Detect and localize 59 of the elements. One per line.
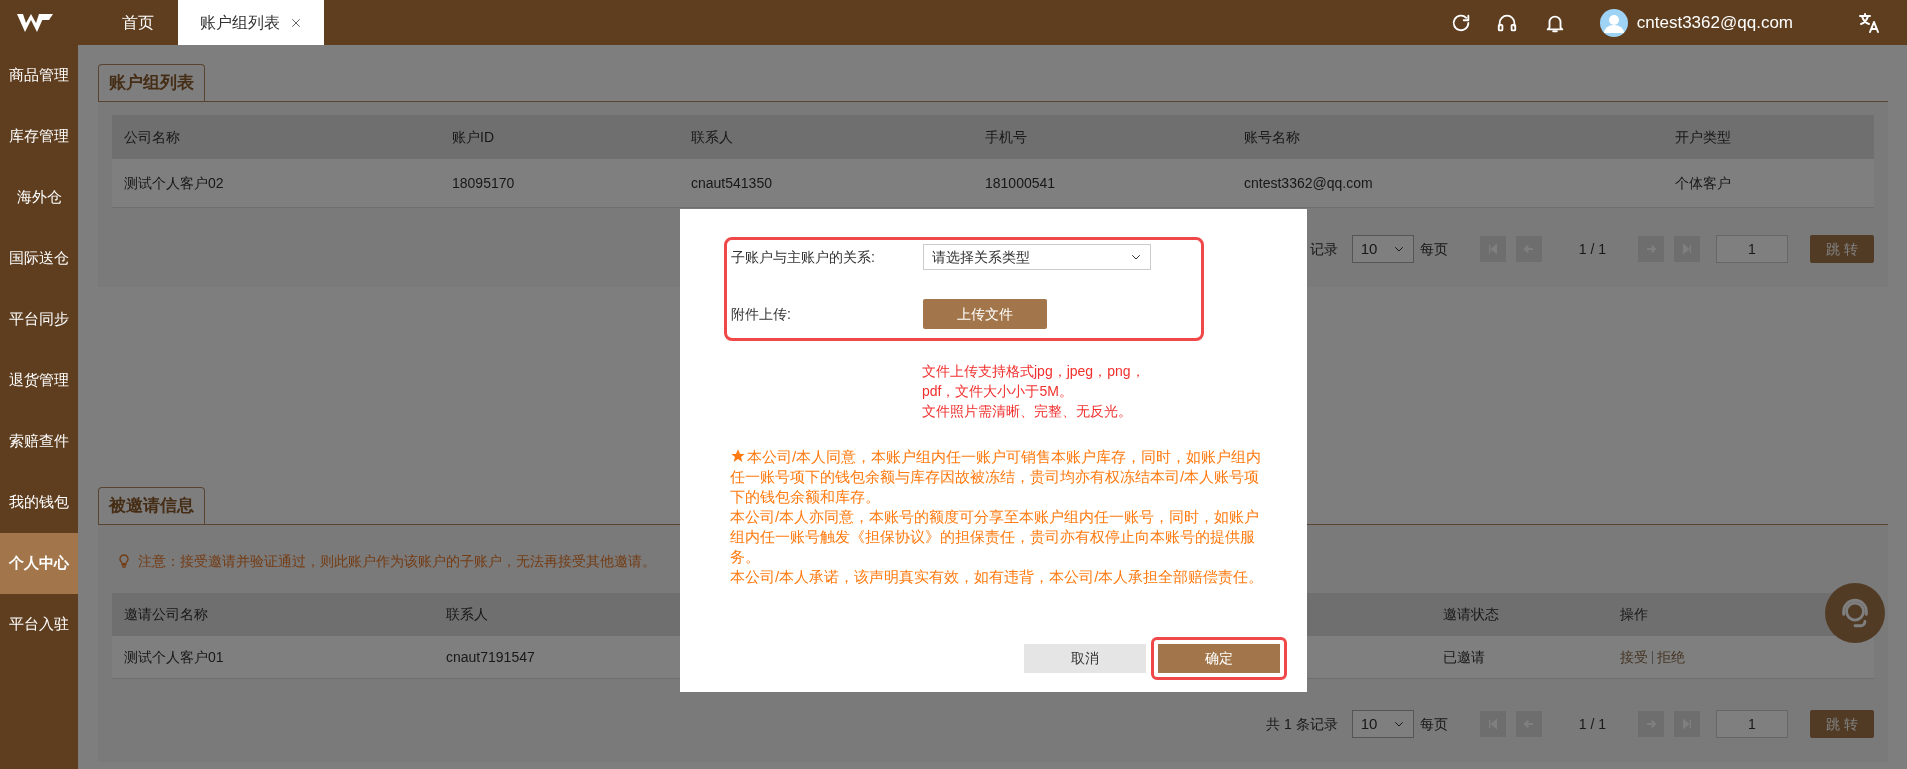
table-cell: cnaut7191547: [446, 648, 535, 665]
table-cell: 测试个人客户02: [124, 174, 224, 191]
table-cell: 测试个人客户01: [124, 648, 224, 665]
sidebar-item[interactable]: 个人中心: [0, 533, 78, 594]
close-icon[interactable]: [290, 16, 302, 29]
sidebar-item[interactable]: 海外仓: [0, 167, 78, 228]
per-page-label: 每页: [1419, 239, 1448, 259]
column-header: 手机号: [985, 128, 1027, 145]
per-page-label: 每页: [1419, 714, 1448, 734]
confirm-button[interactable]: 确定: [1151, 637, 1287, 680]
record-count: 共 1 条记录: [1266, 714, 1338, 734]
sidebar-item[interactable]: 国际送仓: [0, 228, 78, 289]
page-size-select[interactable]: 10: [1351, 710, 1414, 738]
sidebar-item[interactable]: 我的钱包: [0, 472, 78, 533]
column-header: 邀请状态: [1443, 606, 1499, 622]
avatar-icon[interactable]: [1599, 8, 1628, 37]
column-header: 邀请公司名称: [124, 606, 208, 622]
page-size-select[interactable]: 10: [1351, 235, 1414, 263]
cancel-button[interactable]: 取消: [1024, 644, 1146, 673]
upload-hint: pdf，文件大小小于5M。: [922, 382, 1074, 401]
table-cell: 181000541: [985, 174, 1056, 191]
record-count: 记录: [1309, 239, 1338, 259]
relation-select[interactable]: 请选择关系类型: [923, 244, 1151, 270]
field-label: 子账户与主账户的关系:: [731, 247, 876, 267]
table-cell: 已邀请: [1443, 648, 1485, 665]
user-email[interactable]: cntest3362@qq.com: [1636, 9, 1793, 36]
sidebar-item[interactable]: 平台同步: [0, 289, 78, 350]
page-indicator: 1 / 1: [1578, 239, 1606, 259]
statement-paragraph: 本公司/本人亦同意，本账号的额度可分享至本账户组内任一账号，同时，如账户组内任一账号触发《担保协议》的担保责任，贵司亦有权停止向本账号的提供服务。: [730, 507, 1261, 567]
sidebar-item[interactable]: 平台入驻: [0, 594, 78, 655]
sidebar-item[interactable]: 退货管理: [0, 350, 78, 411]
sidebar-item[interactable]: 库存管理: [0, 106, 78, 167]
lightbulb-icon: [116, 553, 132, 569]
column-header: 开户类型: [1675, 128, 1731, 145]
upload-button[interactable]: 上传文件: [923, 299, 1047, 329]
table-cell: 18095170: [452, 174, 515, 191]
column-header: 联系人: [691, 128, 733, 145]
translate-icon[interactable]: [1857, 10, 1881, 35]
field-label: 附件上传:: [731, 304, 792, 324]
column-header: 公司名称: [124, 128, 180, 145]
page-jump-field[interactable]: 1: [1716, 710, 1788, 738]
sidebar-item[interactable]: 商品管理: [0, 45, 78, 106]
upload-hint: 文件照片需清晰、完整、无反光。: [922, 402, 1133, 421]
table-cell: cnaut541350: [691, 174, 772, 191]
page-indicator: 1 / 1: [1578, 714, 1606, 734]
table-cell: 个体客户: [1675, 174, 1731, 191]
statement-paragraph: 本公司/本人承诺，该声明真实有效，如有违背，本公司/本人承担全部赔偿责任。: [730, 567, 1265, 587]
column-header: 账户ID: [452, 128, 494, 145]
statement-paragraph: 本公司/本人同意，本账户组内任一账户可销售本账户库存，同时，如账户组内任一账号项下的钱包余额与库存因故被冻结，贵司均亦有权冻结本司/本人账号项下的钱包余额和库存。: [730, 447, 1263, 507]
column-header: 操作: [1620, 606, 1648, 622]
sidebar-item[interactable]: 索赔查件: [0, 411, 78, 472]
nav-tab[interactable]: 账户组列表: [178, 0, 324, 45]
column-header: 账号名称: [1244, 128, 1300, 145]
notice-text: 注意：接受邀请并验证通过，则此账户作为该账户的子账户，无法再接受其他邀请。: [138, 551, 656, 571]
column-header: 联系人: [446, 606, 488, 622]
page-jump-field[interactable]: 1: [1716, 235, 1788, 263]
star-icon: [730, 448, 746, 464]
upload-hint: 文件上传支持格式jpg，jpeg，png，: [922, 362, 1146, 381]
table-cell: cntest3362@qq.com: [1244, 174, 1373, 191]
